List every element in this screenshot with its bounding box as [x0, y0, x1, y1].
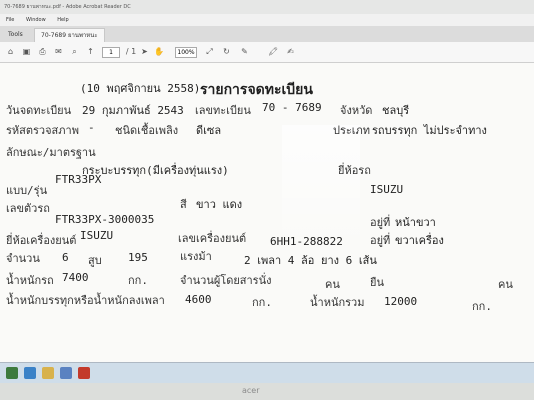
doc-date: (10 พฤศจิกายน 2558): [80, 82, 201, 95]
total-label: น้ำหนักรวม: [310, 296, 365, 309]
taskbar: [0, 362, 534, 383]
weight-unit: กก.: [128, 274, 148, 287]
monitor-logo: acer: [242, 386, 260, 395]
stand-unit: คน: [498, 278, 513, 291]
model-label: แบบ/รุ่น: [6, 184, 48, 197]
total-unit: กก.: [472, 300, 492, 313]
acrobat-icon[interactable]: [78, 367, 90, 379]
media-icon[interactable]: [60, 367, 72, 379]
hp-label: แรงม้า: [180, 250, 212, 263]
chassis-value: FTR33PX-3000035: [55, 213, 155, 226]
plate-label: เลขทะเบียน: [195, 104, 251, 117]
type-code-label: รหัสตรวจสภาพ: [6, 124, 79, 137]
menu-file[interactable]: File: [6, 17, 14, 23]
save-icon[interactable]: ▣: [22, 47, 31, 56]
seats-unit: คน: [325, 278, 340, 291]
home-icon[interactable]: ⌂: [6, 47, 15, 56]
reg-date-value: 29 กุมภาพันธ์ 2543: [82, 104, 184, 117]
load-label: น้ำหนักบรรทุกหรือน้ำหนักลงเพลา: [6, 294, 165, 307]
chassis-pos-value: หน้าขวา: [395, 216, 436, 229]
up-icon[interactable]: ↑: [86, 47, 95, 56]
fit-icon[interactable]: ⤢: [205, 47, 214, 56]
select-icon[interactable]: ➤: [140, 47, 149, 56]
model-value: FTR33PX: [55, 173, 102, 186]
reg-date-label: วันจดทะเบียน: [6, 104, 72, 117]
document-page: (10 พฤศจิกายน 2558) รายการจดทะเบียน วันจ…: [0, 63, 534, 362]
search-icon[interactable]: ⌕: [70, 47, 79, 56]
highlight-icon[interactable]: 🖍: [268, 47, 278, 56]
cylinders-value: 6: [62, 251, 69, 264]
engine-pos-value: ขวาเครื่อง: [395, 234, 444, 247]
body-value: กระบะบรรทุก(มีเครื่องทุ่นแรง): [82, 164, 229, 177]
chassis-pos-label: อยู่ที่: [370, 216, 391, 229]
qty-label: จำนวน: [6, 252, 40, 265]
toolbar: ⌂ ▣ ⎙ ✉ ⌕ ↑ 1 / 1 ➤ ✋ 100% ⤢ ↻ ✎ 🖍 ✍: [0, 42, 534, 63]
total-value: 12000: [384, 295, 418, 308]
engine-brand-label: ยี่ห้อเครื่องยนต์: [6, 234, 77, 247]
comment-icon[interactable]: ✎: [240, 47, 249, 56]
brand-value: ISUZU: [370, 183, 404, 196]
zoom-select[interactable]: 100%: [175, 47, 197, 58]
load-unit: กก.: [252, 296, 272, 309]
load-value: 4600: [185, 293, 212, 306]
seats-label: จำนวนผู้โดยสารนั่ง: [180, 274, 272, 287]
province-value: ชลบุรี: [382, 104, 410, 117]
doc-title: รายการจดทะเบียน: [200, 82, 313, 98]
engine-brand-value: ISUZU: [80, 229, 114, 242]
rotate-icon[interactable]: ↻: [222, 47, 231, 56]
engine-no-label: เลขเครื่องยนต์: [178, 232, 247, 245]
tab-document[interactable]: 70-7689 ยานพาหนะ: [34, 28, 105, 43]
hand-icon[interactable]: ✋: [154, 47, 164, 56]
stand-label: ยืน: [370, 276, 384, 289]
weight-label: น้ำหนักรถ: [6, 274, 54, 287]
engine-no-value: 6HH1-288822: [270, 235, 343, 248]
page-input[interactable]: 1: [102, 47, 120, 58]
tab-tools[interactable]: Tools: [2, 28, 29, 42]
screen: 70-7689 ยานพาหนะ.pdf - Adobe Acrobat Rea…: [0, 0, 534, 362]
sign-icon[interactable]: ✍: [286, 47, 295, 56]
folder-icon[interactable]: [42, 367, 54, 379]
color-label: สี: [180, 198, 187, 211]
window-glare: [282, 125, 360, 235]
vehicle-type-value: รถบรรทุก ไม่ประจำทาง: [372, 124, 487, 137]
print-icon[interactable]: ⎙: [38, 47, 47, 56]
plate-value: 70 - 7689: [262, 101, 322, 114]
email-icon[interactable]: ✉: [54, 47, 63, 56]
color-value: ขาว แดง: [196, 198, 243, 211]
start-icon[interactable]: [6, 367, 18, 379]
type-code-value: -: [88, 121, 95, 134]
menu-window[interactable]: Window: [26, 17, 46, 23]
menu-bar: File Window Help: [0, 14, 534, 26]
ie-icon[interactable]: [24, 367, 36, 379]
chassis-label: เลขตัวรถ: [6, 202, 50, 215]
vehicle-type-label: ประเภท: [333, 124, 371, 137]
province-label: จังหวัด: [340, 104, 373, 117]
axles-value: 2 เพลา 4 ล้อ ยาง 6 เส้น: [244, 254, 377, 267]
weight-value: 7400: [62, 271, 89, 284]
brand-label: ยี่ห้อรถ: [338, 164, 371, 177]
menu-help[interactable]: Help: [57, 17, 68, 23]
cyl-unit: สูบ: [88, 254, 102, 267]
page-total: / 1: [125, 47, 137, 56]
cc-value: 195: [128, 251, 148, 264]
engine-pos-label: อยู่ที่: [370, 234, 391, 247]
fuel-value: ดีเซล: [196, 124, 222, 137]
window-title: 70-7689 ยานพาหนะ.pdf - Adobe Acrobat Rea…: [0, 0, 534, 14]
fuel-label: ชนิดเชื้อเพลิง: [115, 124, 179, 137]
body-label: ลักษณะ/มาตรฐาน: [6, 146, 96, 159]
tab-bar: Tools 70-7689 ยานพาหนะ: [0, 26, 534, 43]
